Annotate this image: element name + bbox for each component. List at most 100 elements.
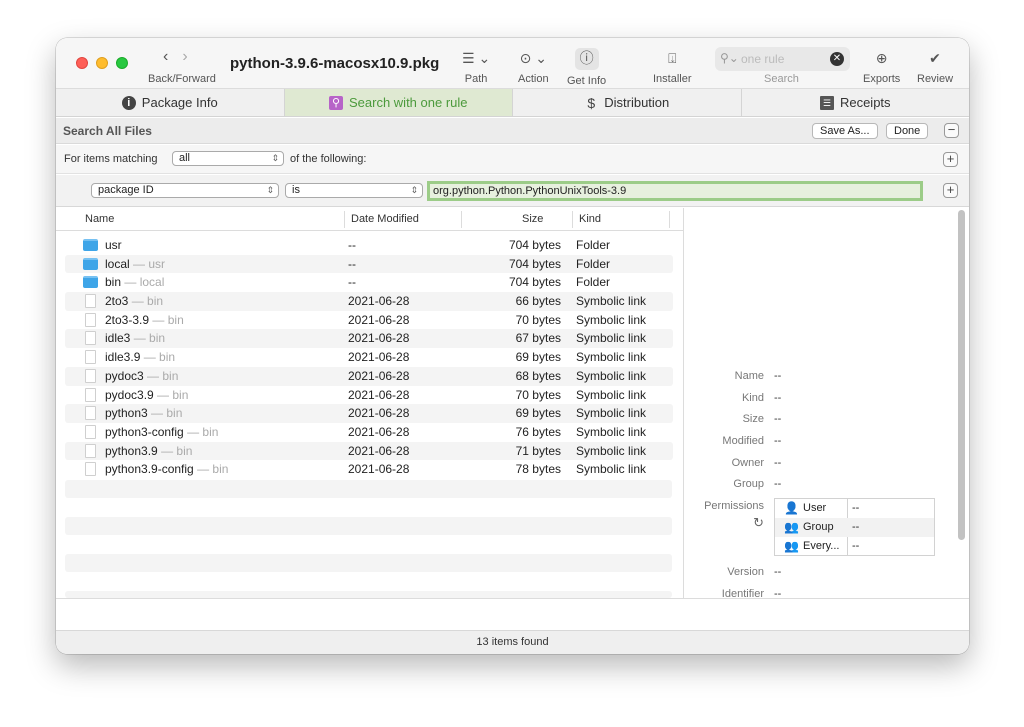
file-date: 2021-06-28 [348,424,410,439]
file-date: -- [348,238,356,252]
search-input[interactable]: one rule [741,52,784,66]
folder-icon [83,257,98,270]
close-window-button[interactable] [76,57,88,69]
permission-value: -- [852,540,860,552]
user-icon: 👤 [784,501,799,515]
status-text: 13 items found [476,636,549,648]
column-divider[interactable] [461,211,462,228]
save-as-button[interactable]: Save As... [812,123,878,139]
minimize-window-button[interactable] [96,57,108,69]
add-subrule-button[interactable]: + [943,183,958,198]
file-parent-text: — bin [151,406,183,421]
tab-distribution[interactable]: $ Distribution [513,89,742,116]
table-row[interactable]: local — usr -- 704 bytes Folder [65,254,673,274]
search-field[interactable]: ⚲⌄ one rule ✕ [715,47,850,71]
exports-button[interactable]: ⊕ Exports [863,48,900,85]
ellipsis-circle-icon: ⊙ ⌄ [519,50,547,66]
add-rule-button[interactable]: + [943,152,958,167]
tab-receipts[interactable]: ☰ Receipts [742,89,970,116]
column-divider[interactable] [669,211,670,228]
export-download-icon: ⊕ [875,50,888,66]
table-row[interactable]: python3.9-config — bin 2021-06-28 78 bytes… [65,460,673,479]
info-kind-label: Kind [741,392,764,404]
file-date: -- [348,256,356,271]
zoom-window-button[interactable] [116,57,128,69]
empty-row [65,517,672,535]
info-panel-scrollbar[interactable] [958,210,965,540]
file-name-text: idle3.9 [105,350,141,365]
path-label: Path [464,73,488,85]
back-arrow-icon[interactable]: ‹ [163,48,182,65]
column-header-kind[interactable]: Kind [579,213,601,225]
file-kind: Symbolic link [576,294,647,309]
file-date: 2021-06-28 [348,350,410,365]
info-circle-icon: ⓘ [574,48,599,70]
refresh-icon[interactable]: ↻ [684,515,764,531]
file-parent-text: — bin [187,424,219,439]
window-title: python-3.9.6-macosx10.9.pkg [230,55,440,72]
info-version-label: Version [727,566,764,578]
table-row[interactable]: python3 — bin 2021-06-28 69 bytes Symbolic … [65,404,673,423]
back-forward-control[interactable]: ‹› [163,48,202,66]
column-divider[interactable] [572,211,573,228]
column-header-size[interactable]: Size [522,213,543,225]
table-row[interactable]: pydoc3 — bin 2021-06-28 68 bytes Symbolic l… [65,366,673,386]
file-date: 2021-06-28 [348,312,410,327]
action-button[interactable]: ⊙ ⌄ Action [518,48,549,85]
table-row[interactable]: bin — local -- 704 bytes Folder [65,273,673,292]
table-row[interactable]: 2to3-3.9 — bin 2021-06-28 70 bytes Symbolic… [65,311,673,330]
search-label: Search [764,73,799,85]
get-info-button[interactable]: ⓘ Get Info [567,48,606,87]
table-row[interactable]: 2to3 — bin 2021-06-28 66 bytes Symbolic lin… [65,292,673,311]
table-row[interactable]: python3-config — bin 2021-06-28 76 bytes Sy… [65,423,673,442]
action-label: Action [518,73,549,85]
match-mode-popup[interactable]: all ⇕ [172,151,284,166]
clear-search-icon[interactable]: ✕ [830,52,844,66]
column-divider[interactable] [344,211,345,228]
close-search-button[interactable]: − [944,123,959,138]
permission-value: -- [852,502,860,514]
tab-search-with-one-rule[interactable]: ⚲ Search with one rule [284,89,513,116]
tab-label: Search with one rule [348,95,468,110]
info-icon: i [121,95,136,110]
file-name-text: bin [105,275,122,290]
file-parent-text: — bin [157,387,189,402]
file-name-text: idle3 [105,331,131,346]
permission-row-group[interactable]: 👥 Group -- [775,518,934,537]
permission-row-everyone[interactable]: 👥 Every... -- [775,537,934,556]
rule-value-input[interactable]: org.python.Python.PythonUnixTools-3.9 [427,181,923,201]
tab-bar: i Package Info ⚲ Search with one rule $ … [56,89,969,117]
info-group-value: -- [774,478,782,490]
symlink-file-icon [85,312,96,327]
rule-row: package ID ⇕ is ⇕ org.python.Python.Pyth… [56,175,969,207]
file-size: 66 bytes [515,294,561,309]
table-row[interactable]: idle3 — bin 2021-06-28 67 bytes Symbolic li… [65,329,673,349]
rule-operator-popup[interactable]: is ⇕ [285,183,423,198]
column-header-name[interactable]: Name [85,213,114,225]
done-button[interactable]: Done [886,123,929,139]
receipts-icon: ☰ [819,95,834,110]
permission-who: User [803,502,827,514]
folder-icon [83,239,98,251]
file-parent-text: — bin [131,294,164,309]
review-button[interactable]: ✔ Review [917,48,953,85]
path-button[interactable]: ☰ ⌄ Path [462,48,490,85]
tab-label: Distribution [604,95,670,110]
file-kind: Folder [576,256,611,271]
table-row[interactable]: pydoc3.9 — bin 2021-06-28 70 bytes Symbolic… [65,386,673,405]
tab-package-info[interactable]: i Package Info [56,89,285,116]
permission-row-user[interactable]: 👤 User -- [775,499,934,518]
installer-button[interactable]: ⍗ Installer [653,48,692,85]
review-label: Review [917,73,954,85]
table-row[interactable]: usr -- 704 bytes Folder [65,236,673,255]
forward-arrow-icon[interactable]: › [182,48,201,65]
table-row[interactable]: idle3.9 — bin 2021-06-28 69 bytes Symbolic … [65,348,673,367]
file-date: 2021-06-28 [348,443,410,458]
table-row[interactable]: python3.9 — bin 2021-06-28 71 bytes Symboli… [65,441,673,461]
column-header-date-modified[interactable]: Date Modified [351,213,419,225]
file-date: 2021-06-28 [348,406,410,421]
rule-field-popup[interactable]: package ID ⇕ [91,183,279,198]
chevron-updown-icon: ⇕ [266,185,274,195]
rule-prefix: For items matching [64,153,158,165]
file-date: 2021-06-28 [348,462,410,477]
